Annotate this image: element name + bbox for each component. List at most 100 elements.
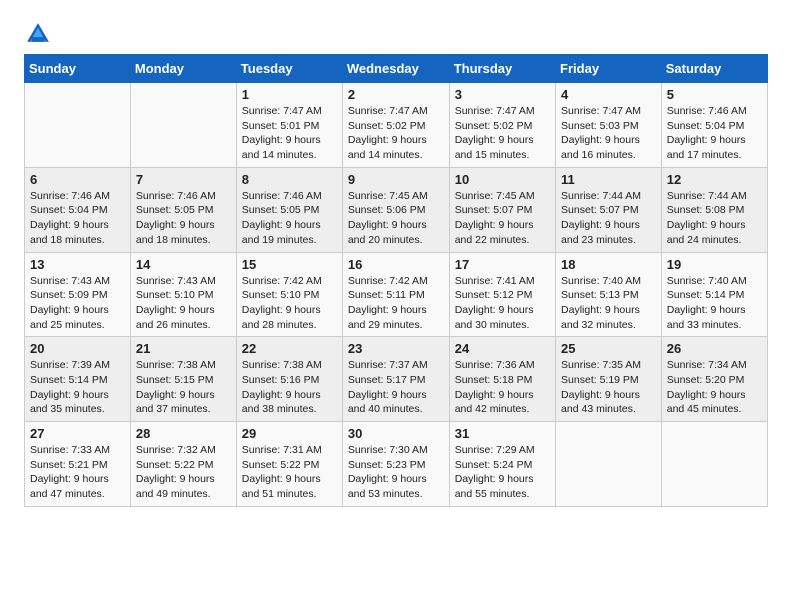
day-cell: 12 Sunrise: 7:44 AM Sunset: 5:08 PM Dayli… [661,167,767,252]
day-cell: 30 Sunrise: 7:30 AM Sunset: 5:23 PM Dayli… [342,422,449,507]
day-number: 28 [136,426,231,441]
day-number: 23 [348,341,444,356]
day-cell: 8 Sunrise: 7:46 AM Sunset: 5:05 PM Daylig… [236,167,342,252]
day-detail: Sunrise: 7:37 AM Sunset: 5:17 PM Dayligh… [348,358,444,417]
header-day-saturday: Saturday [661,55,767,83]
day-number: 8 [242,172,337,187]
header-row: SundayMondayTuesdayWednesdayThursdayFrid… [25,55,768,83]
day-cell [556,422,662,507]
day-detail: Sunrise: 7:44 AM Sunset: 5:07 PM Dayligh… [561,189,656,248]
header-day-friday: Friday [556,55,662,83]
day-number: 17 [455,257,550,272]
day-cell [130,83,236,168]
day-detail: Sunrise: 7:46 AM Sunset: 5:04 PM Dayligh… [30,189,125,248]
day-detail: Sunrise: 7:43 AM Sunset: 5:09 PM Dayligh… [30,274,125,333]
day-cell: 27 Sunrise: 7:33 AM Sunset: 5:21 PM Dayli… [25,422,131,507]
day-number: 5 [667,87,762,102]
day-number: 12 [667,172,762,187]
day-detail: Sunrise: 7:31 AM Sunset: 5:22 PM Dayligh… [242,443,337,502]
logo [24,20,56,48]
week-row-4: 20 Sunrise: 7:39 AM Sunset: 5:14 PM Dayli… [25,337,768,422]
day-number: 1 [242,87,337,102]
day-cell: 14 Sunrise: 7:43 AM Sunset: 5:10 PM Dayli… [130,252,236,337]
day-number: 3 [455,87,550,102]
week-row-1: 1 Sunrise: 7:47 AM Sunset: 5:01 PM Daylig… [25,83,768,168]
day-detail: Sunrise: 7:43 AM Sunset: 5:10 PM Dayligh… [136,274,231,333]
week-row-5: 27 Sunrise: 7:33 AM Sunset: 5:21 PM Dayli… [25,422,768,507]
day-cell: 6 Sunrise: 7:46 AM Sunset: 5:04 PM Daylig… [25,167,131,252]
day-detail: Sunrise: 7:38 AM Sunset: 5:16 PM Dayligh… [242,358,337,417]
day-cell: 15Sunrise: 7:42 AM Sunset: 5:10 PM Dayli… [236,252,342,337]
day-cell: 4Sunrise: 7:47 AM Sunset: 5:03 PM Daylig… [556,83,662,168]
header-day-tuesday: Tuesday [236,55,342,83]
day-number: 21 [136,341,231,356]
day-detail: Sunrise: 7:32 AM Sunset: 5:22 PM Dayligh… [136,443,231,502]
calendar-body: 1 Sunrise: 7:47 AM Sunset: 5:01 PM Daylig… [25,83,768,507]
day-number: 6 [30,172,125,187]
day-cell: 26 Sunrise: 7:34 AM Sunset: 5:20 PM Dayli… [661,337,767,422]
day-detail: Sunrise: 7:47 AM Sunset: 5:03 PM Dayligh… [561,104,656,163]
day-cell [661,422,767,507]
header-day-monday: Monday [130,55,236,83]
day-number: 30 [348,426,444,441]
day-detail: Sunrise: 7:45 AM Sunset: 5:07 PM Dayligh… [455,189,550,248]
day-detail: Sunrise: 7:42 AM Sunset: 5:10 PM Dayligh… [242,274,337,333]
day-cell: 5Sunrise: 7:46 AM Sunset: 5:04 PM Daylig… [661,83,767,168]
day-number: 25 [561,341,656,356]
day-number: 2 [348,87,444,102]
day-cell: 18 Sunrise: 7:40 AM Sunset: 5:13 PM Dayli… [556,252,662,337]
day-detail: Sunrise: 7:44 AM Sunset: 5:08 PM Dayligh… [667,189,762,248]
day-number: 9 [348,172,444,187]
day-detail: Sunrise: 7:46 AM Sunset: 5:05 PM Dayligh… [242,189,337,248]
day-number: 31 [455,426,550,441]
day-detail: Sunrise: 7:29 AM Sunset: 5:24 PM Dayligh… [455,443,550,502]
day-detail: Sunrise: 7:35 AM Sunset: 5:19 PM Dayligh… [561,358,656,417]
day-number: 24 [455,341,550,356]
day-number: 26 [667,341,762,356]
day-number: 14 [136,257,231,272]
day-cell: 17 Sunrise: 7:41 AM Sunset: 5:12 PM Dayli… [449,252,555,337]
day-number: 20 [30,341,125,356]
day-number: 22 [242,341,337,356]
day-cell: 28 Sunrise: 7:32 AM Sunset: 5:22 PM Dayli… [130,422,236,507]
day-cell: 9Sunrise: 7:45 AM Sunset: 5:06 PM Daylig… [342,167,449,252]
day-detail: Sunrise: 7:41 AM Sunset: 5:12 PM Dayligh… [455,274,550,333]
day-detail: Sunrise: 7:30 AM Sunset: 5:23 PM Dayligh… [348,443,444,502]
day-detail: Sunrise: 7:47 AM Sunset: 5:02 PM Dayligh… [455,104,550,163]
day-cell: 25 Sunrise: 7:35 AM Sunset: 5:19 PM Dayli… [556,337,662,422]
day-detail: Sunrise: 7:36 AM Sunset: 5:18 PM Dayligh… [455,358,550,417]
day-number: 13 [30,257,125,272]
header-day-thursday: Thursday [449,55,555,83]
day-detail: Sunrise: 7:33 AM Sunset: 5:21 PM Dayligh… [30,443,125,502]
day-cell: 2 Sunrise: 7:47 AM Sunset: 5:02 PM Daylig… [342,83,449,168]
day-detail: Sunrise: 7:47 AM Sunset: 5:01 PM Dayligh… [242,104,337,163]
day-cell: 24 Sunrise: 7:36 AM Sunset: 5:18 PM Dayli… [449,337,555,422]
day-cell: 21 Sunrise: 7:38 AM Sunset: 5:15 PM Dayli… [130,337,236,422]
day-detail: Sunrise: 7:47 AM Sunset: 5:02 PM Dayligh… [348,104,444,163]
day-detail: Sunrise: 7:42 AM Sunset: 5:11 PM Dayligh… [348,274,444,333]
day-detail: Sunrise: 7:46 AM Sunset: 5:05 PM Dayligh… [136,189,231,248]
header-day-sunday: Sunday [25,55,131,83]
day-cell: 10Sunrise: 7:45 AM Sunset: 5:07 PM Dayli… [449,167,555,252]
week-row-2: 6 Sunrise: 7:46 AM Sunset: 5:04 PM Daylig… [25,167,768,252]
day-cell: 16 Sunrise: 7:42 AM Sunset: 5:11 PM Dayli… [342,252,449,337]
day-number: 7 [136,172,231,187]
day-cell: 1 Sunrise: 7:47 AM Sunset: 5:01 PM Daylig… [236,83,342,168]
day-number: 29 [242,426,337,441]
week-row-3: 13 Sunrise: 7:43 AM Sunset: 5:09 PM Dayli… [25,252,768,337]
day-number: 16 [348,257,444,272]
day-cell: 11Sunrise: 7:44 AM Sunset: 5:07 PM Dayli… [556,167,662,252]
day-cell: 22 Sunrise: 7:38 AM Sunset: 5:16 PM Dayli… [236,337,342,422]
day-cell: 20 Sunrise: 7:39 AM Sunset: 5:14 PM Dayli… [25,337,131,422]
day-number: 27 [30,426,125,441]
day-detail: Sunrise: 7:34 AM Sunset: 5:20 PM Dayligh… [667,358,762,417]
day-detail: Sunrise: 7:40 AM Sunset: 5:13 PM Dayligh… [561,274,656,333]
page-header [24,20,768,48]
day-detail: Sunrise: 7:39 AM Sunset: 5:14 PM Dayligh… [30,358,125,417]
day-detail: Sunrise: 7:38 AM Sunset: 5:15 PM Dayligh… [136,358,231,417]
day-cell: 7 Sunrise: 7:46 AM Sunset: 5:05 PM Daylig… [130,167,236,252]
day-cell [25,83,131,168]
day-detail: Sunrise: 7:40 AM Sunset: 5:14 PM Dayligh… [667,274,762,333]
day-number: 19 [667,257,762,272]
day-number: 18 [561,257,656,272]
